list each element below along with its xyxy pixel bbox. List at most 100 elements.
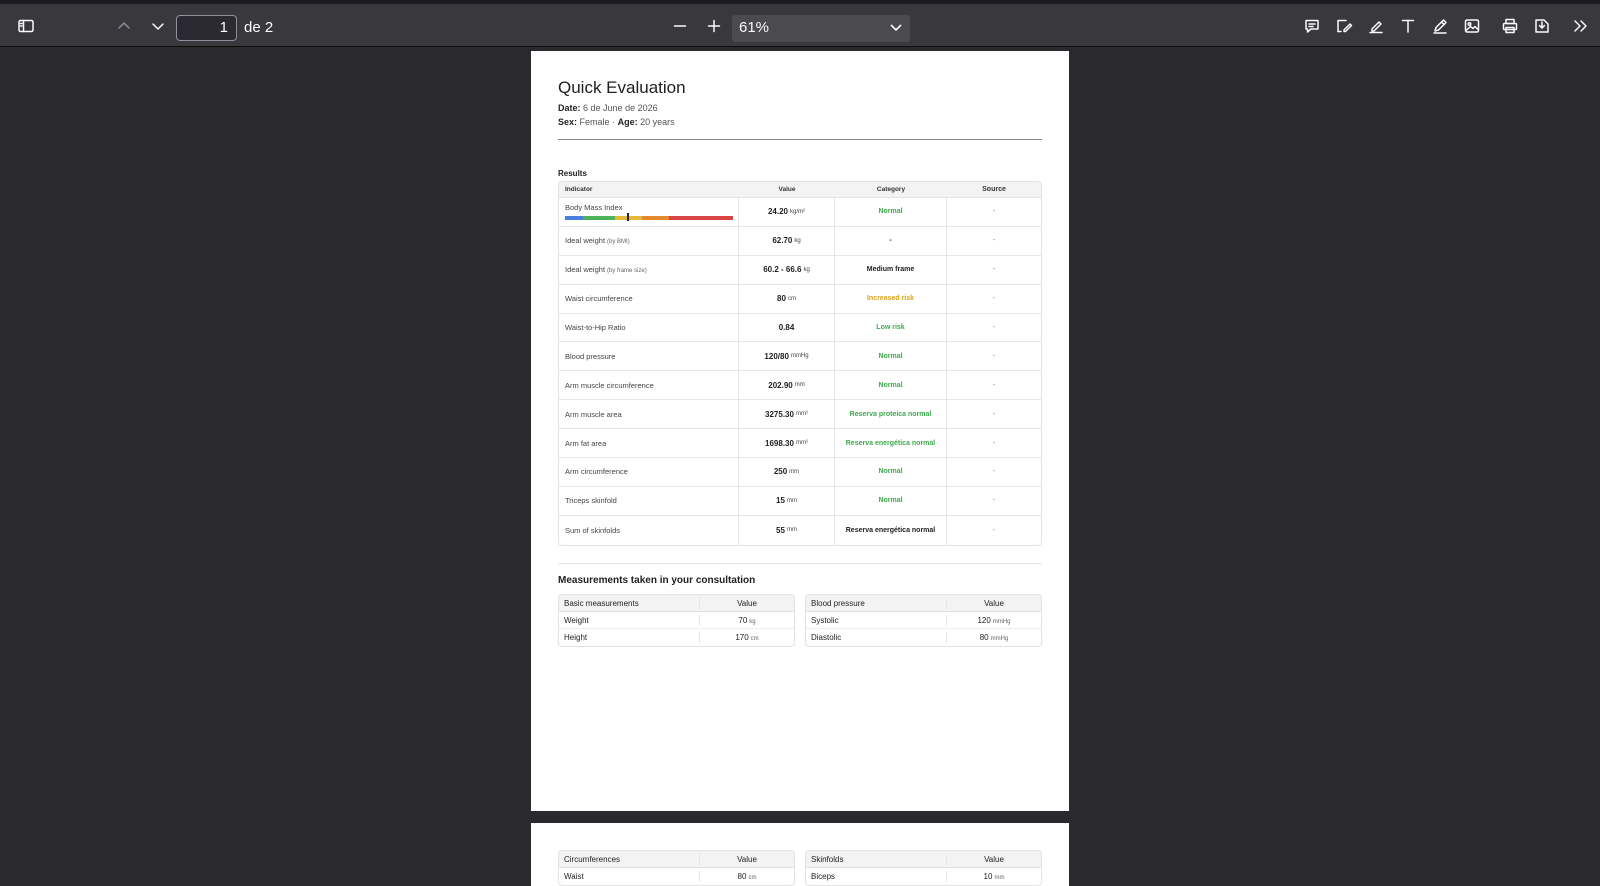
- sex-label: Sex:: [558, 117, 578, 127]
- sex-value: Female: [579, 117, 610, 127]
- indicator-label: Blood pressure: [565, 351, 616, 361]
- row-value: 10 mm: [946, 871, 1041, 882]
- value-number: 60.2 - 66.6: [763, 265, 802, 275]
- print-icon[interactable]: [1496, 12, 1524, 40]
- more-tools-icon[interactable]: [1566, 12, 1594, 40]
- text-tool-icon[interactable]: [1394, 12, 1422, 40]
- highlight-icon[interactable]: [1362, 12, 1390, 40]
- indicator-label: Waist-to-Hip Ratio: [565, 323, 626, 332]
- indicator-name: Arm muscle circumference: [565, 381, 738, 390]
- value-number: 80: [979, 633, 989, 642]
- value-cell: 62.70 kg: [739, 226, 835, 255]
- source-cell: -: [992, 352, 996, 360]
- indicator-label: Arm fat area: [565, 438, 607, 448]
- sidebar-toggle-icon[interactable]: [12, 12, 40, 40]
- table-row: Biceps 10 mm: [806, 868, 1041, 885]
- age-value: 20 years: [640, 117, 675, 127]
- category-cell: Normal: [835, 371, 947, 400]
- value-cell: 55 mm: [739, 515, 835, 545]
- value-cell: 15 mm: [739, 486, 835, 515]
- row-label: Diastolic: [811, 633, 842, 642]
- column-header: Value: [778, 186, 796, 193]
- value-cell: 60.2 - 66.6 kg: [739, 255, 835, 284]
- pdf-page-2: Circumferences Value Waist 80 cm Skinfold…: [531, 823, 1069, 886]
- indicator-name: Body Mass Index: [565, 203, 738, 212]
- indicator-cell: Waist-to-Hip Ratio: [559, 313, 739, 342]
- zoom-value: 61%: [739, 19, 770, 36]
- value-unit: mm²: [795, 411, 808, 418]
- indicator-cell: Arm circumference: [559, 458, 739, 486]
- value-number: 15: [776, 496, 785, 506]
- indicator-label: Arm circumference: [565, 467, 628, 477]
- value-cell: 1698.30 mm²: [739, 429, 835, 458]
- image-icon[interactable]: [1458, 12, 1486, 40]
- category-cell: Normal: [835, 342, 947, 371]
- category-cell: Normal: [835, 486, 947, 515]
- indicator-name: Arm circumference: [565, 467, 738, 476]
- indicator-name: Blood pressure: [565, 352, 738, 361]
- bmi-scale-segment: [615, 216, 643, 221]
- date-label: Date:: [558, 103, 581, 113]
- value-unit: mm: [786, 497, 797, 504]
- circumferences-table: Circumferences Value Waist 80 cm: [558, 850, 795, 886]
- next-page-icon[interactable]: [144, 12, 172, 40]
- row-value: 80 mmHg: [946, 632, 1041, 643]
- category-cell: Normal: [835, 458, 947, 486]
- table-row: Arm fat area 1698.30 mm² Reserva energética…: [559, 429, 1041, 459]
- indicator-name: Ideal weight (by BMI): [565, 236, 738, 245]
- column-header: Category: [876, 186, 906, 193]
- signature-icon[interactable]: [1330, 12, 1358, 40]
- source-cell: -: [992, 237, 996, 245]
- table-header: Blood pressure Value: [806, 595, 1041, 612]
- value-cell: 0.84: [739, 313, 835, 342]
- separator: ·: [612, 117, 616, 127]
- section-divider: [558, 563, 1042, 564]
- document-viewer[interactable]: Quick Evaluation Date: 6 de June de 2026…: [0, 48, 1600, 886]
- previous-page-icon[interactable]: [110, 12, 138, 40]
- row-label: Biceps: [811, 872, 836, 881]
- value-unit: mmHg: [790, 353, 809, 360]
- value-unit: mm²: [795, 440, 808, 447]
- zoom-out-icon[interactable]: [666, 12, 694, 40]
- value-cell: 3275.30 mm²: [739, 400, 835, 429]
- table-header: Basic measurements Value: [559, 595, 794, 612]
- zoom-select[interactable]: 61%: [732, 15, 910, 42]
- category-cell: Reserva energética normal: [835, 515, 947, 545]
- value-number: 120: [977, 615, 991, 625]
- indicator-name: Sum of skinfolds: [565, 526, 738, 535]
- table-row: Waist 80 cm: [559, 868, 794, 885]
- value-unit: kg: [749, 618, 756, 625]
- category-cell: Normal: [835, 198, 947, 226]
- page-number-input[interactable]: 1: [176, 15, 237, 41]
- comment-icon[interactable]: [1298, 12, 1326, 40]
- indicator-label: Body Mass Index: [565, 203, 623, 213]
- table-header: Skinfolds Value: [806, 851, 1041, 868]
- table-row: Body Mass Index 24.20 kg/m² Normal -: [559, 198, 1041, 227]
- value-number: 24.20: [767, 207, 789, 217]
- date-value: 6 de June de 2026: [583, 103, 658, 113]
- zoom-in-icon[interactable]: [700, 12, 728, 40]
- row-value: 70 kg: [699, 614, 794, 626]
- table-row: Weight 70 kg: [559, 612, 794, 629]
- save-download-icon[interactable]: [1528, 12, 1556, 40]
- value-unit: cm: [750, 636, 759, 642]
- row-value: 170 cm: [699, 632, 794, 643]
- page-count-label: de 2: [244, 19, 274, 36]
- value-unit: mm: [786, 527, 797, 534]
- table-header-value: Value: [946, 597, 1041, 609]
- table-header-value: Value: [699, 597, 794, 609]
- indicator-cell: Arm fat area: [559, 429, 739, 458]
- skinfolds-table: Skinfolds Value Biceps 10 mm: [805, 850, 1042, 886]
- value-unit: mmHg: [990, 636, 1009, 642]
- source-cell: -: [992, 381, 996, 389]
- draw-icon[interactable]: [1426, 12, 1454, 40]
- table-row: Diastolic 80 mmHg: [806, 629, 1041, 646]
- row-label: Systolic: [811, 615, 839, 625]
- table-row: Ideal weight (by BMI) 62.70 kg - -: [559, 226, 1041, 256]
- row-value: 80 cm: [699, 871, 794, 882]
- table-header-label: Skinfolds: [811, 854, 844, 864]
- results-header: Indicator Value Category Source: [559, 182, 1041, 198]
- value-number: 0.84: [778, 323, 795, 332]
- indicator-note: (by BMI): [607, 239, 630, 246]
- table-row: Arm muscle area 3275.30 mm² Reserva proteic…: [559, 400, 1041, 430]
